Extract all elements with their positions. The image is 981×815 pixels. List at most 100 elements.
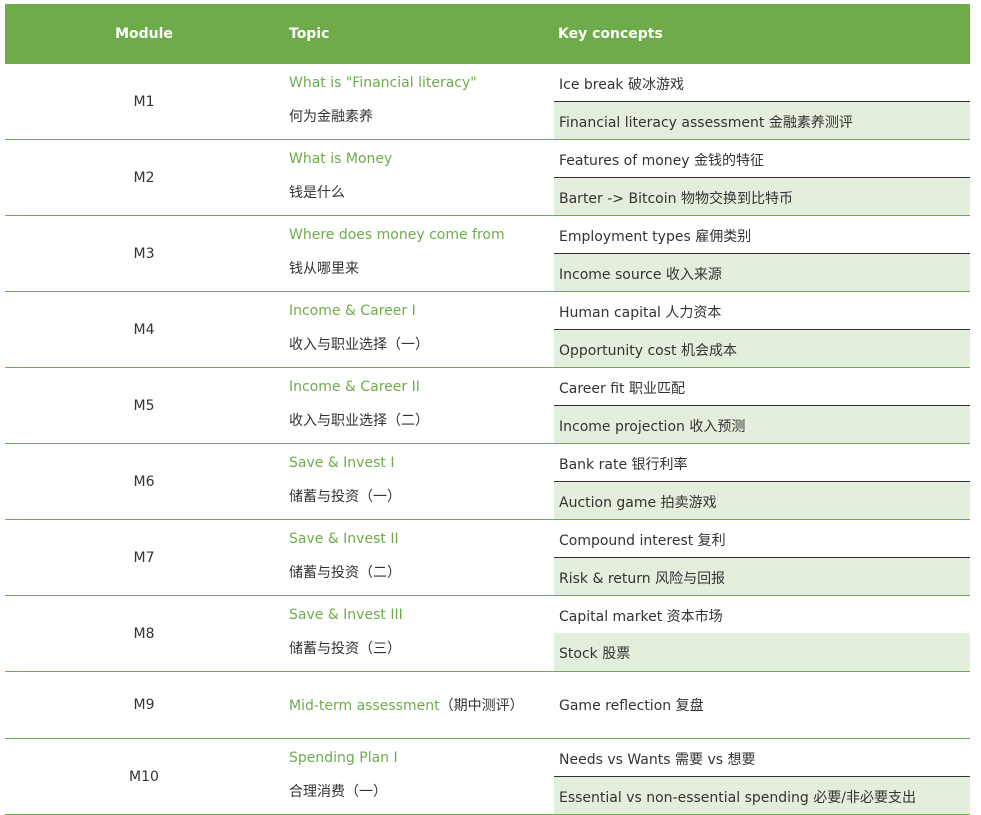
concepts-cell: Ice break 破冰游戏 Financial literacy assess… [554,64,970,139]
concept-primary: Bank rate 银行利率 [554,444,970,482]
concepts-cell: Compound interest 复利 Risk & return 风险与回报 [554,520,970,595]
topic-chinese: 钱从哪里来 [289,261,359,277]
table-row: M7 Save & Invest II 储蓄与投资（二） Compound in… [5,520,970,596]
module-cell: M9 [133,697,155,713]
concept-text: Features of money 金钱的特征 [559,153,765,169]
topic-english: Save & Invest I [289,455,395,471]
concept-primary: Needs vs Wants 需要 vs 想要 [554,739,970,777]
table-row: M5 Income & Career II 收入与职业选择（二） Career … [5,368,970,444]
concept-primary: Ice break 破冰游戏 [554,64,970,102]
module-cell: M1 [133,93,155,110]
concept-text: Compound interest 复利 [559,533,726,549]
topic-chinese: 储蓄与投资（三） [289,641,401,657]
topic-cell: What is "Financial literacy" 何为金融素养 [289,64,554,139]
concept-primary: Features of money 金钱的特征 [554,140,970,178]
concept-secondary: Stock 股票 [554,633,970,671]
concepts-cell: Employment types 雇佣类别 Income source 收入来源 [554,216,970,291]
topic-english: Mid-term assessment [289,698,440,714]
concept-primary: Career fit 职业匹配 [554,368,970,406]
concepts-cell: Career fit 职业匹配 Income projection 收入预测 [554,368,970,443]
topic-english: What is "Financial literacy" [289,75,477,91]
module-cell: M8 [133,625,155,642]
topic-cell: Income & Career II 收入与职业选择（二） [289,368,554,443]
topic-cell: Mid-term assessment（期中测评） [289,672,554,738]
header-key-concepts: Key concepts [558,26,663,42]
topic-chinese: 合理消费（一） [289,784,387,800]
topic-english: Where does money come from [289,227,505,243]
course-table: Module Topic Key concepts M1 What is "Fi… [5,4,970,815]
module-cell: M5 [133,397,155,414]
concept-secondary: Auction game 拍卖游戏 [554,482,970,519]
concept-text: Stock 股票 [559,646,631,662]
concept-text: Ice break 破冰游戏 [559,77,684,93]
module-cell: M6 [133,473,155,490]
topic-chinese: 钱是什么 [289,185,345,201]
module-cell: M2 [133,169,155,186]
table-row: M10 Spending Plan I 合理消费（一） Needs vs Wan… [5,739,970,815]
concept-text: Income source 收入来源 [559,267,722,283]
concept-primary: Employment types 雇佣类别 [554,216,970,254]
module-cell: M4 [133,321,155,338]
concept-secondary: Income projection 收入预测 [554,406,970,443]
topic-english: Save & Invest II [289,531,399,547]
topic-chinese: （期中测评） [439,698,524,714]
concept-text: Employment types 雇佣类别 [559,229,752,245]
concept-text: Income projection 收入预测 [559,419,746,435]
topic-line: Mid-term assessment（期中测评） [289,695,524,715]
concept-text: Auction game 拍卖游戏 [559,495,717,511]
table-row: M2 What is Money 钱是什么 Features of money … [5,140,970,216]
concepts-cell: Features of money 金钱的特征 Barter -> Bitcoi… [554,140,970,215]
topic-cell: Save & Invest III 储蓄与投资（三） [289,596,554,671]
concept-text: Needs vs Wants 需要 vs 想要 [559,752,756,768]
topic-english: Spending Plan I [289,750,398,766]
table-row: M6 Save & Invest I 储蓄与投资（一） Bank rate 银行… [5,444,970,520]
topic-cell: Income & Career I 收入与职业选择（一） [289,292,554,367]
concept-text: Opportunity cost 机会成本 [559,343,737,359]
concept-text: Barter -> Bitcoin 物物交换到比特币 [559,191,793,207]
concept-text: Financial literacy assessment 金融素养测评 [559,115,853,131]
concept-secondary: Barter -> Bitcoin 物物交换到比特币 [554,178,970,215]
concept-text: Risk & return 风险与回报 [559,571,726,587]
topic-chinese: 储蓄与投资（二） [289,565,401,581]
concept-secondary: Risk & return 风险与回报 [554,558,970,595]
concept-secondary: Financial literacy assessment 金融素养测评 [554,102,970,139]
concept-secondary: Income source 收入来源 [554,254,970,291]
concepts-cell: Capital market 资本市场 Stock 股票 [554,596,970,671]
module-cell: M10 [129,768,159,785]
module-cell: M3 [133,245,155,262]
concepts-cell: Bank rate 银行利率 Auction game 拍卖游戏 [554,444,970,519]
table-row: M8 Save & Invest III 储蓄与投资（三） Capital ma… [5,596,970,672]
topic-cell: Save & Invest II 储蓄与投资（二） [289,520,554,595]
concept-text: Essential vs non-essential spending 必要/非… [559,790,916,806]
concept-primary: Compound interest 复利 [554,520,970,558]
concepts-cell: Game reflection 复盘 [554,672,970,738]
concept-text: Game reflection 复盘 [559,698,704,714]
concept-primary: Human capital 人力资本 [554,292,970,330]
module-cell: M7 [133,549,155,566]
topic-cell: Save & Invest I 储蓄与投资（一） [289,444,554,519]
table-row: M1 What is "Financial literacy" 何为金融素养 I… [5,64,970,140]
concept-secondary: Opportunity cost 机会成本 [554,330,970,367]
topic-cell: Spending Plan I 合理消费（一） [289,739,554,814]
topic-chinese: 收入与职业选择（二） [289,413,429,429]
topic-cell: What is Money 钱是什么 [289,140,554,215]
table-row: M4 Income & Career I 收入与职业选择（一） Human ca… [5,292,970,368]
topic-english: Income & Career II [289,379,420,395]
header-module: Module [115,26,173,42]
topic-chinese: 储蓄与投资（一） [289,489,401,505]
topic-english: What is Money [289,151,393,167]
concept-text: Capital market 资本市场 [559,609,723,625]
concepts-cell: Human capital 人力资本 Opportunity cost 机会成本 [554,292,970,367]
concept-primary: Capital market 资本市场 [554,596,970,633]
concept-text: Bank rate 银行利率 [559,457,688,473]
table-row: M3 Where does money come from 钱从哪里来 Empl… [5,216,970,292]
concepts-cell: Needs vs Wants 需要 vs 想要 Essential vs non… [554,739,970,814]
topic-cell: Where does money come from 钱从哪里来 [289,216,554,291]
concept-secondary: Essential vs non-essential spending 必要/非… [554,777,970,814]
table-header: Module Topic Key concepts [5,4,970,64]
concept-text: Career fit 职业匹配 [559,381,685,397]
concept-text: Human capital 人力资本 [559,305,722,321]
topic-chinese: 收入与职业选择（一） [289,337,429,353]
header-topic: Topic [289,26,330,42]
topic-chinese: 何为金融素养 [289,109,373,125]
